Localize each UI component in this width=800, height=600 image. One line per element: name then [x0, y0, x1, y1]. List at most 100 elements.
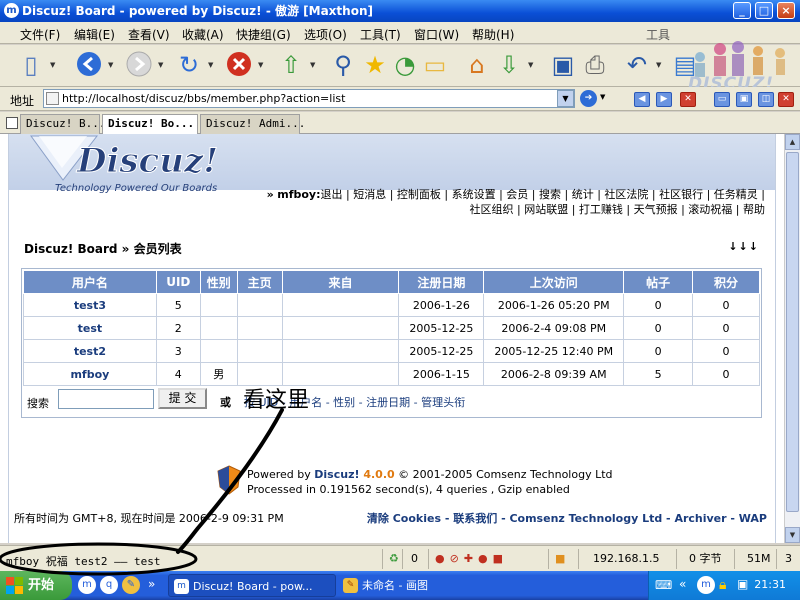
member-name-link[interactable]: test2	[23, 339, 157, 363]
gender-cell	[199, 293, 238, 317]
regdate-cell: 2006-1-26	[398, 293, 485, 317]
forward-icon[interactable]	[124, 50, 154, 80]
menu-edit[interactable]: 编辑(E)	[74, 26, 115, 43]
quicklaunch-more-icon[interactable]: »	[148, 577, 155, 591]
address-input[interactable]: http://localhost/discuz/bbs/member.php?a…	[43, 89, 575, 108]
go-icon[interactable]: ➔	[580, 90, 597, 107]
new-window-icon[interactable]: ▯	[16, 50, 46, 80]
col-regdate[interactable]: 注册日期	[398, 270, 485, 294]
task-discuz-board[interactable]: m Discuz! Board - pow...	[168, 574, 336, 597]
menu-view[interactable]: 查看(V)	[128, 26, 170, 43]
col-gender[interactable]: 性别	[199, 270, 238, 294]
keyboard-icon[interactable]: ⌨	[655, 578, 672, 592]
lastvisit-cell: 2005-12-25 12:40 PM	[483, 339, 625, 363]
footer-links[interactable]: 清除 Cookies - 联系我们 - Comsenz Technology L…	[367, 510, 767, 526]
member-name-link[interactable]: test3	[23, 293, 157, 317]
uid-cell: 3	[155, 339, 201, 363]
popup-count: 0	[402, 549, 418, 569]
status-scroll-text: mfboy 祝福 test2 —— test	[6, 555, 161, 568]
status-icons[interactable]: ●⊘✚●■	[428, 549, 508, 569]
breadcrumb[interactable]: Discuz! Board » 会员列表	[24, 240, 182, 257]
address-dropdown-icon[interactable]: ▼	[557, 90, 574, 107]
back-icon[interactable]	[74, 50, 104, 80]
search-icon[interactable]: ⚲	[328, 50, 358, 80]
quicklaunch-qq-icon[interactable]: q	[100, 576, 118, 594]
tools-label[interactable]: 工具	[646, 26, 670, 43]
scroll-thumb[interactable]	[786, 152, 799, 512]
windows-flag-icon	[6, 577, 23, 594]
user-links-line2[interactable]: 社区组织 | 网站联盟 | 打工赚钱 | 天气预报 | 滚动祝福 | 帮助	[470, 201, 766, 217]
tab-discuz-board-2[interactable]: Discuz! Bo...	[102, 114, 198, 135]
menu-help[interactable]: 帮助(H)	[472, 26, 514, 43]
vertical-scrollbar[interactable]: ▲ ▼	[784, 134, 800, 543]
favorites-icon[interactable]: ★	[360, 50, 390, 80]
restore-icon[interactable]: ◫	[758, 92, 774, 107]
table-row: mfboy 4 男 2006-1-15 2006-2-8 09:39 AM 5 …	[23, 362, 760, 386]
lastvisit-cell: 2006-1-26 05:20 PM	[483, 293, 625, 317]
task-paint[interactable]: ✎ 未命名 - 画图	[338, 574, 498, 597]
recycle-icon[interactable]: ♻	[382, 549, 399, 569]
print-icon[interactable]: ⎙	[580, 50, 610, 80]
menu-options[interactable]: 选项(O)	[304, 26, 347, 43]
tab-discuz-admin[interactable]: Discuz! Admi...	[200, 114, 305, 134]
username-link[interactable]: mfboy:	[277, 188, 320, 201]
posts-cell: 5	[623, 362, 694, 386]
powered-prefix: Powered by	[247, 468, 315, 481]
tile-icon[interactable]: ▭	[714, 92, 730, 107]
quicklaunch-maxthon-icon[interactable]: m	[78, 576, 96, 594]
posts-cell: 0	[623, 339, 694, 363]
tab-next-icon[interactable]: ▶	[656, 92, 672, 107]
quicklaunch-tool-icon[interactable]: ✎	[122, 576, 140, 594]
window-count: 3	[776, 549, 792, 569]
submit-button[interactable]: 提 交	[158, 388, 207, 409]
folder-icon[interactable]: ▭	[420, 50, 450, 80]
member-name-link[interactable]: mfboy	[23, 362, 157, 386]
menu-groups[interactable]: 快捷组(G)	[236, 26, 291, 43]
product-link[interactable]: Discuz!	[314, 468, 359, 481]
collapse-arrows-icon[interactable]: ↓↓↓	[728, 240, 759, 253]
discuz-logo: Discuz! Technology Powered Our Boards	[30, 135, 219, 194]
network-icon: ■	[548, 549, 565, 569]
menu-file[interactable]: 文件(F)	[20, 26, 60, 43]
menu-window[interactable]: 窗口(W)	[414, 26, 459, 43]
toolbar: ▯ ▼ ▼ ▼ ↻ ▼ ▼ ⇧ ▼ ⚲ ★ ◔ ▭ ⌂ ⇩ ▼ ▣ ⎙ ↶ ▼ ▤ DIS…	[0, 41, 800, 94]
save-icon[interactable]: ▣	[548, 50, 578, 80]
user-links-line1[interactable]: » mfboy:退出 | 短消息 | 控制面板 | 系统设置 | 会员 | 搜索…	[267, 186, 765, 202]
scroll-up-icon[interactable]: ▲	[785, 134, 800, 150]
close-all-icon[interactable]: ✕	[778, 92, 794, 107]
search-input[interactable]	[58, 389, 154, 409]
scroll-down-icon[interactable]: ▼	[785, 527, 800, 543]
or-label: 或	[220, 396, 231, 409]
system-tray: ⌨ « m 🔒︎ ▣ 21:31	[648, 571, 800, 600]
download-icon[interactable]: ⇩	[494, 50, 524, 80]
stop-icon[interactable]	[224, 50, 254, 80]
tray-maxthon-icon[interactable]: m	[697, 576, 715, 594]
clock[interactable]: 21:31	[754, 578, 786, 591]
undo-icon[interactable]: ↶	[622, 50, 652, 80]
col-location: 来自	[281, 270, 400, 294]
table-row: test2 3 2005-12-25 2005-12-25 12:40 PM 0…	[23, 339, 760, 363]
tray-lock-icon[interactable]: 🔒︎	[719, 577, 726, 593]
cascade-icon[interactable]: ▣	[736, 92, 752, 107]
start-button[interactable]: 开始	[0, 571, 72, 600]
home-icon[interactable]: ⌂	[462, 50, 492, 80]
nav-links-1[interactable]: 退出 | 短消息 | 控制面板 | 系统设置 | 会员 | 搜索 | 统计 | …	[321, 188, 766, 201]
tray-expand-icon[interactable]: «	[679, 577, 686, 591]
table-header-row: 用户名 UID 性别 主页 来自 注册日期 上次访问 帖子 积分	[23, 270, 760, 294]
col-uid[interactable]: UID	[155, 270, 201, 294]
address-label: 地址	[10, 94, 35, 108]
tray-network-icon[interactable]: ▣	[737, 577, 748, 591]
tab-prev-icon[interactable]: ◀	[634, 92, 650, 107]
close-tab-icon[interactable]: ✕	[680, 92, 696, 107]
history-icon[interactable]: ◔	[390, 50, 420, 80]
gender-cell	[199, 339, 238, 363]
refresh-icon[interactable]: ↻	[174, 50, 204, 80]
tab-list-icon[interactable]	[6, 117, 18, 129]
tab-discuz-board-1[interactable]: Discuz! B...	[20, 114, 105, 134]
col-username[interactable]: 用户名	[23, 270, 157, 294]
up-level-icon[interactable]: ⇧	[276, 50, 306, 80]
member-name-link[interactable]: test	[23, 316, 157, 340]
credits-cell: 0	[692, 362, 760, 386]
menu-favorites[interactable]: 收藏(A)	[182, 26, 224, 43]
menu-tools[interactable]: 工具(T)	[360, 26, 401, 43]
